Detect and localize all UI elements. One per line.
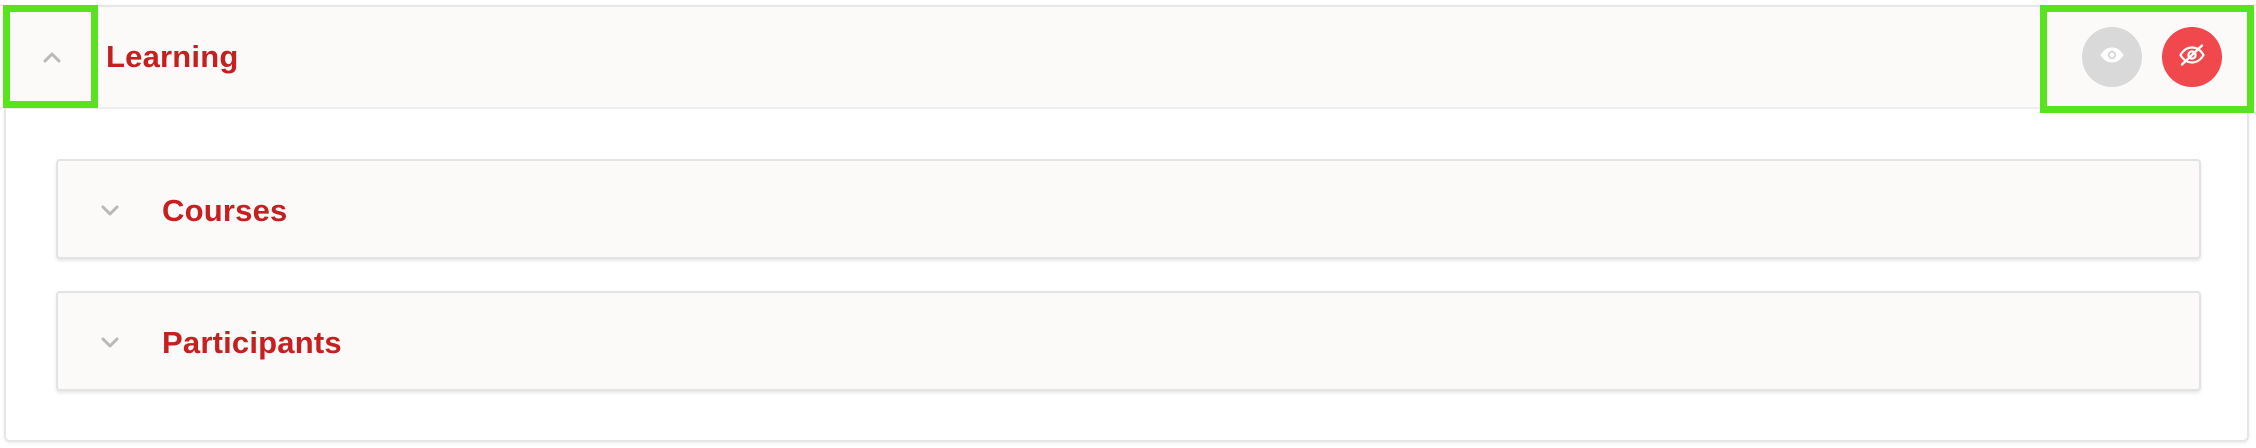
eye-slash-icon <box>2178 43 2206 72</box>
show-section-button[interactable] <box>2082 27 2142 87</box>
subsection-participants[interactable]: Participants <box>56 291 2201 391</box>
collapse-learning-toggle[interactable] <box>6 7 98 107</box>
subsection-title-participants: Participants <box>162 325 342 360</box>
chevron-down-icon <box>100 337 120 349</box>
expand-courses-toggle[interactable] <box>80 161 140 261</box>
chevron-up-icon <box>42 51 62 63</box>
subsection-title-courses: Courses <box>162 193 288 228</box>
eye-icon <box>2099 46 2125 69</box>
hide-section-button[interactable] <box>2162 27 2222 87</box>
section-title-learning: Learning <box>106 39 239 74</box>
expand-participants-toggle[interactable] <box>80 293 140 393</box>
subsection-courses[interactable]: Courses <box>56 159 2201 259</box>
learning-panel-header: Learning <box>6 7 2247 109</box>
learning-panel: Learning Courses Participants <box>3 5 2254 442</box>
chevron-down-icon <box>100 205 120 217</box>
